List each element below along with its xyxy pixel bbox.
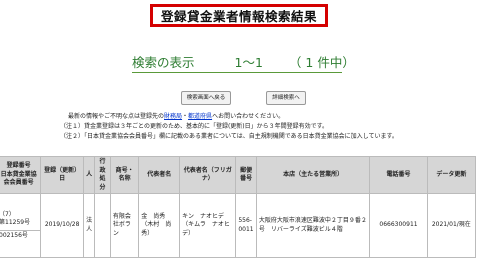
header-business: 行政処分 bbox=[94, 156, 111, 194]
result-summary: 検索の表示 1〜1 （ 1 件中） bbox=[132, 52, 355, 73]
cell-reg-date: 2019/10/28 bbox=[40, 193, 85, 258]
cell-representative: 金 尚秀（木村 尚秀） bbox=[138, 193, 181, 258]
header-office: 本店（主たる営業所） bbox=[255, 156, 371, 194]
note-2: （注２）「日本貸金業協会会員番号」欄に記載のある業者については、自主規制機関であ… bbox=[60, 133, 398, 140]
cell-rep-kana: キン ナオヒデ（キムラ ナオヒデ） bbox=[179, 193, 237, 258]
header-phone: 電話番号 bbox=[369, 156, 428, 194]
cell-trade-name: 有限会社ボラン bbox=[109, 193, 140, 258]
cell-data-date: 2021/01/現在 bbox=[426, 193, 477, 258]
page-title: 登録貸金業者情報検索結果 bbox=[150, 4, 328, 27]
todofuken-link[interactable]: 都道府県 bbox=[188, 113, 212, 120]
back-to-search-button[interactable]: 検索画面へ戻る bbox=[181, 91, 231, 105]
result-range: 1〜1 bbox=[234, 55, 263, 70]
cell-phone: 0666300911 bbox=[369, 193, 428, 258]
registration-table: 登録番号 日本貸金業協会会員番号 登録（更新）日 人 行政処分 商号・名称 代表… bbox=[0, 156, 477, 258]
detail-search-button[interactable]: 詳細検索へ bbox=[266, 91, 306, 105]
cell-business bbox=[94, 193, 111, 258]
header-data-date: データ更新 bbox=[426, 156, 477, 194]
table-header-row: 登録番号 日本貸金業協会会員番号 登録（更新）日 人 行政処分 商号・名称 代表… bbox=[0, 156, 477, 194]
result-label: 検索の表示 bbox=[132, 55, 195, 70]
result-count: （ 1 件中） bbox=[288, 55, 355, 70]
cell-office: 大阪府大阪市浪速区難波中２丁目９番２号 リバーライズ難波ビル４階 bbox=[255, 193, 371, 258]
note-contact: 最新の情報やご不明な点は登録先の財務局・都道府県へお問い合わせください。 bbox=[68, 113, 285, 120]
table-row: （7） 第11259号 002156号 2019/10/28 法人 有限会社ボラ… bbox=[0, 193, 477, 258]
cell-reg-no: （7） 第11259号 002156号 bbox=[0, 193, 42, 258]
header-reg-no: 登録番号 日本貸金業協会会員番号 bbox=[0, 156, 42, 194]
header-reg-date: 登録（更新）日 bbox=[40, 156, 85, 194]
notes-section: 最新の情報やご不明な点は登録先の財務局・都道府県へお問い合わせください。 （注１… bbox=[60, 112, 475, 142]
header-postal: 郵便番号 bbox=[235, 156, 257, 194]
header-person-type: 人 bbox=[83, 156, 96, 194]
zaimukyoku-link[interactable]: 財務局 bbox=[164, 113, 182, 120]
header-representative: 代表者名 bbox=[138, 156, 181, 194]
cell-person-type: 法人 bbox=[83, 193, 96, 258]
cell-postal: 556-0011 bbox=[235, 193, 257, 258]
header-rep-kana: 代表者名（フリガナ） bbox=[179, 156, 237, 194]
header-trade-name: 商号・名称 bbox=[109, 156, 140, 194]
note-1: （注１）貸金業登録は３年ごとの更新のため、基本的に「登録(更新)日」から３年間登… bbox=[60, 123, 329, 130]
